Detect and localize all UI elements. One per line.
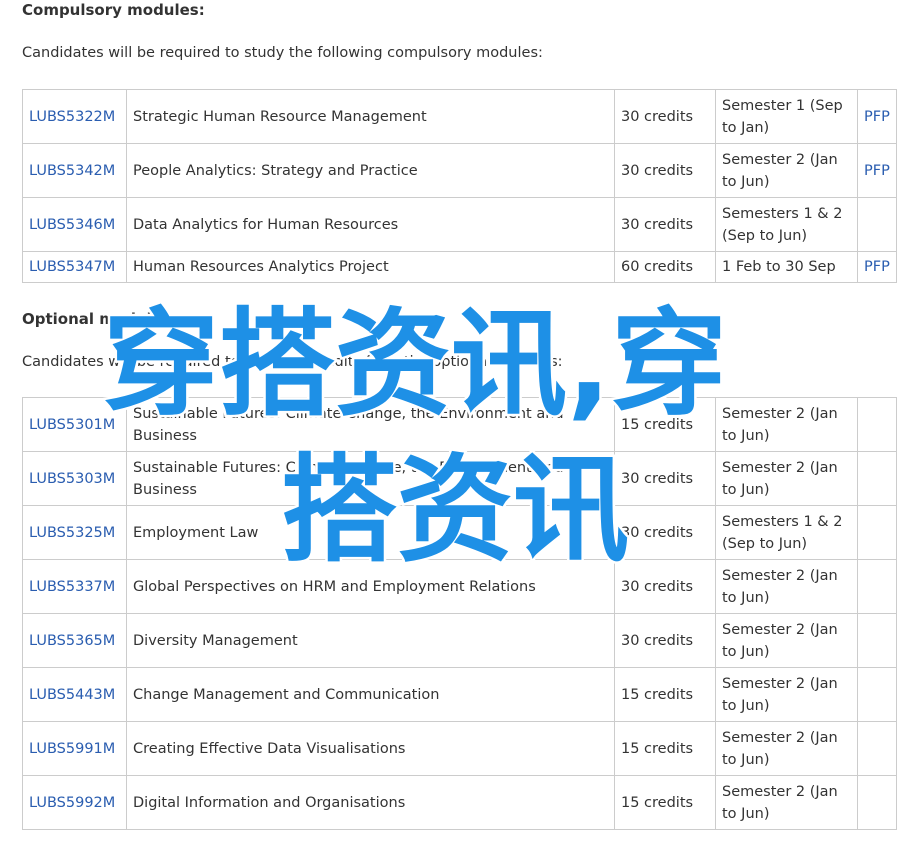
module-credits: 30 credits — [614, 505, 716, 560]
module-semester: Semester 1 (Sep to Jan) — [715, 89, 858, 144]
module-credits: 30 credits — [614, 197, 716, 252]
module-code-cell: LUBS5342M — [22, 143, 127, 198]
module-credits: 15 credits — [614, 721, 716, 776]
optional-modules-table: LUBS5301M Sustainable Futures: Climate C… — [22, 397, 897, 830]
table-row: LUBS5346M Data Analytics for Human Resou… — [22, 197, 897, 252]
module-title: Change Management and Communication — [126, 667, 615, 722]
module-title: Human Resources Analytics Project — [126, 251, 615, 283]
pfp-cell: PFP — [857, 89, 897, 144]
table-row: LUBS5325M Employment Law 30 credits Seme… — [22, 505, 897, 560]
table-row: LUBS5992M Digital Information and Organi… — [22, 775, 897, 830]
module-credits: 30 credits — [614, 89, 716, 144]
pfp-cell — [857, 667, 897, 722]
module-semester: Semester 2 (Jan to Jun) — [715, 397, 858, 452]
module-code-link[interactable]: LUBS5443M — [29, 687, 115, 703]
module-semester: 1 Feb to 30 Sep — [715, 251, 858, 283]
module-credits: 15 credits — [614, 667, 716, 722]
compulsory-intro: Candidates will be required to study the… — [22, 45, 543, 61]
table-row: LUBS5347M Human Resources Analytics Proj… — [22, 251, 897, 283]
module-credits: 15 credits — [614, 775, 716, 830]
module-title: Sustainable Futures: Climate Change, the… — [126, 451, 615, 506]
table-row: LUBS5443M Change Management and Communic… — [22, 667, 897, 722]
module-code-link[interactable]: LUBS5322M — [29, 109, 115, 125]
module-code-link[interactable]: LUBS5337M — [29, 579, 115, 595]
module-title: Creating Effective Data Visualisations — [126, 721, 615, 776]
module-code-link[interactable]: LUBS5991M — [29, 741, 115, 757]
module-semester: Semester 2 (Jan to Jun) — [715, 143, 858, 198]
module-code-cell: LUBS5346M — [22, 197, 127, 252]
module-semester: Semester 2 (Jan to Jun) — [715, 451, 858, 506]
module-credits: 30 credits — [614, 143, 716, 198]
module-semester: Semester 2 (Jan to Jun) — [715, 559, 858, 614]
module-code-cell: LUBS5443M — [22, 667, 127, 722]
pfp-cell: PFP — [857, 251, 897, 283]
pfp-link[interactable]: PFP — [864, 109, 890, 125]
module-code-cell: LUBS5325M — [22, 505, 127, 560]
module-code-cell: LUBS5301M — [22, 397, 127, 452]
module-code-cell: LUBS5347M — [22, 251, 127, 283]
module-code-link[interactable]: LUBS5346M — [29, 217, 115, 233]
table-row: LUBS5301M Sustainable Futures: Climate C… — [22, 397, 897, 452]
module-code-cell: LUBS5365M — [22, 613, 127, 668]
table-row: LUBS5342M People Analytics: Strategy and… — [22, 143, 897, 198]
module-semester: Semester 2 (Jan to Jun) — [715, 613, 858, 668]
pfp-cell — [857, 397, 897, 452]
module-title: Global Perspectives on HRM and Employmen… — [126, 559, 615, 614]
module-credits: 60 credits — [614, 251, 716, 283]
pfp-cell — [857, 451, 897, 506]
table-row: LUBS5322M Strategic Human Resource Manag… — [22, 89, 897, 144]
module-semester: Semesters 1 & 2 (Sep to Jun) — [715, 197, 858, 252]
module-code-link[interactable]: LUBS5301M — [29, 417, 115, 433]
table-row: LUBS5991M Creating Effective Data Visual… — [22, 721, 897, 776]
module-semester: Semester 2 (Jan to Jun) — [715, 667, 858, 722]
table-row: LUBS5365M Diversity Management 30 credit… — [22, 613, 897, 668]
pfp-link[interactable]: PFP — [864, 259, 890, 275]
optional-heading: Optional modules: — [22, 310, 177, 328]
module-title: People Analytics: Strategy and Practice — [126, 143, 615, 198]
module-credits: 15 credits — [614, 397, 716, 452]
module-credits: 30 credits — [614, 451, 716, 506]
module-title: Diversity Management — [126, 613, 615, 668]
pfp-link[interactable]: PFP — [864, 163, 890, 179]
pfp-cell — [857, 559, 897, 614]
module-title: Data Analytics for Human Resources — [126, 197, 615, 252]
pfp-cell — [857, 775, 897, 830]
compulsory-heading: Compulsory modules: — [22, 1, 205, 19]
pfp-cell — [857, 613, 897, 668]
table-row: LUBS5303M Sustainable Futures: Climate C… — [22, 451, 897, 506]
module-code-cell: LUBS5992M — [22, 775, 127, 830]
module-code-link[interactable]: LUBS5365M — [29, 633, 115, 649]
module-code-cell: LUBS5322M — [22, 89, 127, 144]
module-code-link[interactable]: LUBS5325M — [29, 525, 115, 541]
pfp-cell — [857, 505, 897, 560]
module-credits: 30 credits — [614, 613, 716, 668]
module-title: Digital Information and Organisations — [126, 775, 615, 830]
module-title: Sustainable Futures: Climate Change, the… — [126, 397, 615, 452]
optional-intro: Candidates will be required to study 30 … — [22, 354, 563, 370]
module-semester: Semester 2 (Jan to Jun) — [715, 775, 858, 830]
module-code-link[interactable]: LUBS5303M — [29, 471, 115, 487]
pfp-cell: PFP — [857, 143, 897, 198]
module-semester: Semester 2 (Jan to Jun) — [715, 721, 858, 776]
pfp-cell — [857, 721, 897, 776]
module-semester: Semesters 1 & 2 (Sep to Jun) — [715, 505, 858, 560]
module-code-link[interactable]: LUBS5342M — [29, 163, 115, 179]
module-credits: 30 credits — [614, 559, 716, 614]
module-title: Strategic Human Resource Management — [126, 89, 615, 144]
module-code-cell: LUBS5991M — [22, 721, 127, 776]
module-code-link[interactable]: LUBS5992M — [29, 795, 115, 811]
compulsory-modules-table: LUBS5322M Strategic Human Resource Manag… — [22, 89, 897, 283]
module-title: Employment Law — [126, 505, 615, 560]
module-code-link[interactable]: LUBS5347M — [29, 259, 115, 275]
pfp-cell — [857, 197, 897, 252]
table-row: LUBS5337M Global Perspectives on HRM and… — [22, 559, 897, 614]
module-code-cell: LUBS5303M — [22, 451, 127, 506]
module-code-cell: LUBS5337M — [22, 559, 127, 614]
